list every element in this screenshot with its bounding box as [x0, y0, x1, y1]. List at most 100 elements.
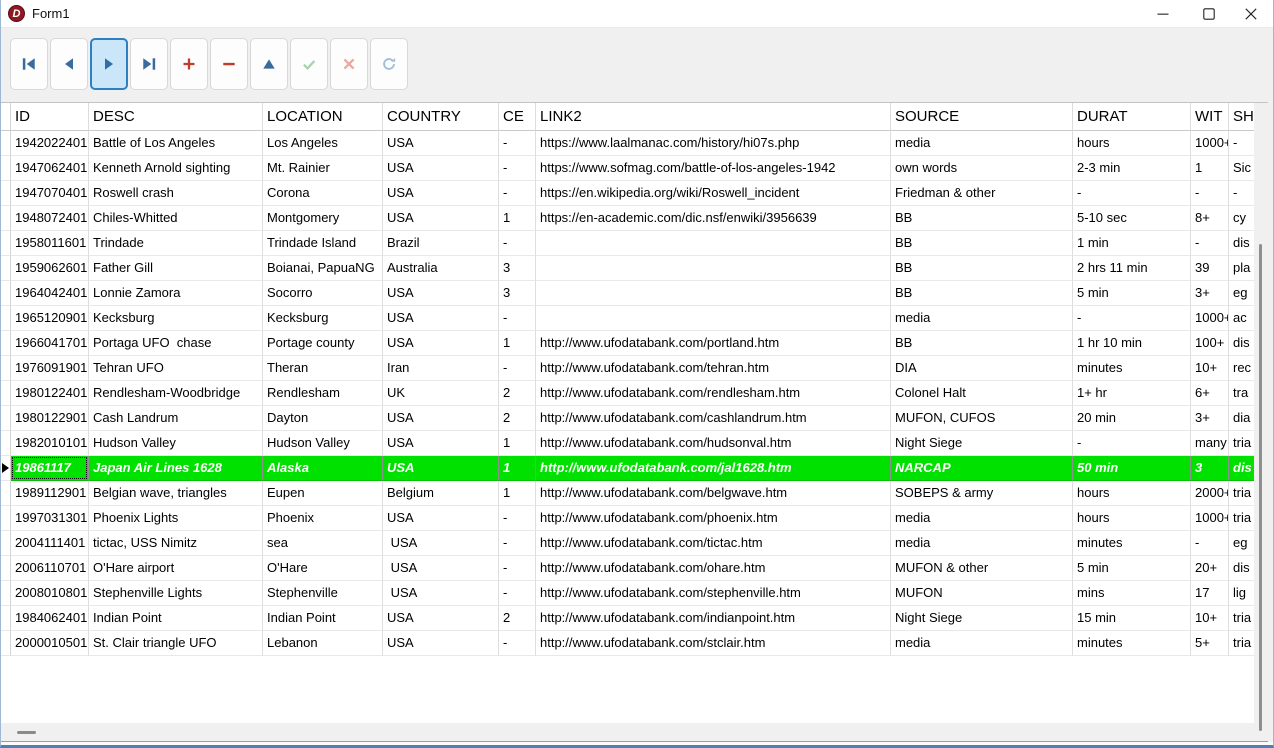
cell-link2[interactable]: http://www.ufodatabank.com/stephenville.…	[536, 581, 891, 606]
cell-country[interactable]: Iran	[383, 356, 499, 381]
cell-id[interactable]: 1984062401	[11, 606, 89, 631]
cell-sh[interactable]: pla	[1229, 256, 1254, 281]
cell-ce[interactable]: 1	[499, 331, 536, 356]
cell-link2[interactable]: https://www.sofmag.com/battle-of-los-ang…	[536, 156, 891, 181]
table-row[interactable]: 1980122401Rendlesham-WoodbridgeRendlesha…	[1, 381, 1254, 406]
table-row[interactable]: 1947062401Kenneth Arnold sightingMt. Rai…	[1, 156, 1254, 181]
vertical-scrollbar[interactable]	[1254, 103, 1268, 741]
cell-wit[interactable]: 100+	[1191, 331, 1229, 356]
cell-source[interactable]: media	[891, 631, 1073, 656]
cell-ce[interactable]: -	[499, 581, 536, 606]
cell-ce[interactable]: 1	[499, 206, 536, 231]
cell-location[interactable]: Los Angeles	[263, 131, 383, 156]
cell-wit[interactable]: 8+	[1191, 206, 1229, 231]
cell-desc[interactable]: Chiles-Whitted	[89, 206, 263, 231]
cell-link2[interactable]: http://www.ufodatabank.com/cashlandrum.h…	[536, 406, 891, 431]
cell-wit[interactable]: 1	[1191, 156, 1229, 181]
cell-id[interactable]: 1982010101	[11, 431, 89, 456]
cell-source[interactable]: MUFON & other	[891, 556, 1073, 581]
cell-country[interactable]: USA	[383, 556, 499, 581]
cell-desc[interactable]: Tehran UFO	[89, 356, 263, 381]
cell-sh[interactable]: tria	[1229, 506, 1254, 531]
cell-wit[interactable]: 17	[1191, 581, 1229, 606]
cell-source[interactable]: media	[891, 131, 1073, 156]
cell-durat[interactable]: minutes	[1073, 531, 1191, 556]
cell-location[interactable]: Mt. Rainier	[263, 156, 383, 181]
table-row[interactable]: 1965120901KecksburgKecksburgUSA-media-10…	[1, 306, 1254, 331]
cell-desc[interactable]: Kenneth Arnold sighting	[89, 156, 263, 181]
cell-location[interactable]: Portage county	[263, 331, 383, 356]
cell-id[interactable]: 1948072401	[11, 206, 89, 231]
cell-wit[interactable]: 39	[1191, 256, 1229, 281]
cell-durat[interactable]: 1+ hr	[1073, 381, 1191, 406]
refresh-button[interactable]	[370, 38, 408, 90]
table-row[interactable]: 1997031301Phoenix LightsPhoenixUSA-http:…	[1, 506, 1254, 531]
column-header-country[interactable]: COUNTRY	[383, 103, 499, 131]
cell-sh[interactable]: tria	[1229, 431, 1254, 456]
cell-link2[interactable]: http://www.ufodatabank.com/ohare.htm	[536, 556, 891, 581]
cell-country[interactable]: Belgium	[383, 481, 499, 506]
cell-desc[interactable]: Rendlesham-Woodbridge	[89, 381, 263, 406]
cell-durat[interactable]: 5 min	[1073, 281, 1191, 306]
cell-ce[interactable]: 1	[499, 431, 536, 456]
cell-location[interactable]: Phoenix	[263, 506, 383, 531]
cell-location[interactable]: sea	[263, 531, 383, 556]
cell-ce[interactable]: 3	[499, 256, 536, 281]
cell-wit[interactable]: 10+	[1191, 606, 1229, 631]
cell-location[interactable]: Socorro	[263, 281, 383, 306]
minimize-button[interactable]	[1140, 0, 1186, 28]
cell-id[interactable]: 1964042401	[11, 281, 89, 306]
cell-sh[interactable]: dis	[1229, 556, 1254, 581]
cell-ce[interactable]: -	[499, 231, 536, 256]
cell-sh[interactable]: -	[1229, 181, 1254, 206]
cell-durat[interactable]: 20 min	[1073, 406, 1191, 431]
cell-wit[interactable]: 1000+	[1191, 506, 1229, 531]
cell-link2[interactable]	[536, 231, 891, 256]
prior-button[interactable]	[50, 38, 88, 90]
cell-country[interactable]: USA	[383, 456, 499, 481]
cell-link2[interactable]: http://www.ufodatabank.com/jal1628.htm	[536, 456, 891, 481]
cell-wit[interactable]: 20+	[1191, 556, 1229, 581]
delete-button[interactable]	[210, 38, 248, 90]
cell-country[interactable]: UK	[383, 381, 499, 406]
cell-location[interactable]: Boianai, PapuaNG	[263, 256, 383, 281]
table-row[interactable]: 1947070401Roswell crashCoronaUSA-https:/…	[1, 181, 1254, 206]
cell-location[interactable]: Kecksburg	[263, 306, 383, 331]
table-row[interactable]: 1948072401Chiles-WhittedMontgomeryUSA1ht…	[1, 206, 1254, 231]
cell-durat[interactable]: minutes	[1073, 356, 1191, 381]
first-button[interactable]	[10, 38, 48, 90]
table-row[interactable]: 1982010101Hudson ValleyHudson ValleyUSA1…	[1, 431, 1254, 456]
cell-location[interactable]: Corona	[263, 181, 383, 206]
cell-sh[interactable]: dia	[1229, 406, 1254, 431]
cell-wit[interactable]: 2000+	[1191, 481, 1229, 506]
post-button[interactable]	[290, 38, 328, 90]
cell-ce[interactable]: -	[499, 156, 536, 181]
table-row[interactable]: 1989112901Belgian wave, trianglesEupenBe…	[1, 481, 1254, 506]
cell-desc[interactable]: Kecksburg	[89, 306, 263, 331]
cell-sh[interactable]: dis	[1229, 456, 1254, 481]
cell-sh[interactable]: rec	[1229, 356, 1254, 381]
cell-country[interactable]: USA	[383, 306, 499, 331]
column-header-durat[interactable]: DURAT	[1073, 103, 1191, 131]
table-row[interactable]: 1942022401Battle of Los AngelesLos Angel…	[1, 131, 1254, 156]
cell-link2[interactable]: http://www.ufodatabank.com/hudsonval.htm	[536, 431, 891, 456]
cell-id[interactable]: 1989112901	[11, 481, 89, 506]
cell-durat[interactable]: 50 min	[1073, 456, 1191, 481]
cell-location[interactable]: Stephenville	[263, 581, 383, 606]
cell-durat[interactable]: hours	[1073, 131, 1191, 156]
cell-durat[interactable]: -	[1073, 431, 1191, 456]
cell-source[interactable]: media	[891, 306, 1073, 331]
cell-wit[interactable]: -	[1191, 531, 1229, 556]
cell-country[interactable]: USA	[383, 181, 499, 206]
cell-country[interactable]: USA	[383, 581, 499, 606]
cell-ce[interactable]: 2	[499, 381, 536, 406]
cell-desc[interactable]: Belgian wave, triangles	[89, 481, 263, 506]
cell-location[interactable]: Eupen	[263, 481, 383, 506]
cell-location[interactable]: Lebanon	[263, 631, 383, 656]
table-row[interactable]: 2000010501St. Clair triangle UFOLebanonU…	[1, 631, 1254, 656]
cell-source[interactable]: media	[891, 531, 1073, 556]
cell-id[interactable]: 1980122901	[11, 406, 89, 431]
cell-source[interactable]: BB	[891, 206, 1073, 231]
cell-desc[interactable]: Hudson Valley	[89, 431, 263, 456]
cell-id[interactable]: 1980122401	[11, 381, 89, 406]
